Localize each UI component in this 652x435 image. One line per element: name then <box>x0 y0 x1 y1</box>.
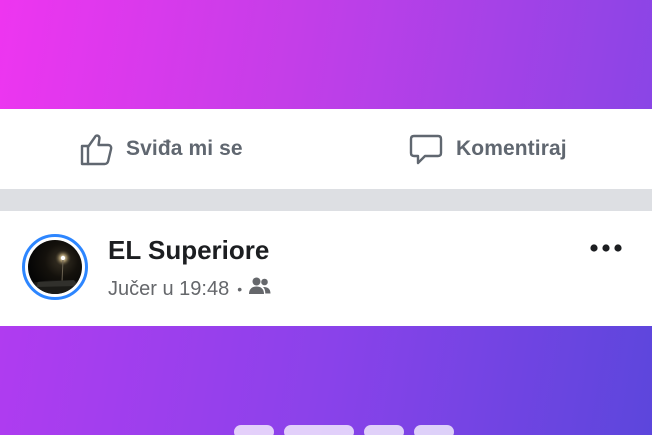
like-button[interactable]: Sviđa mi se <box>78 109 243 189</box>
post-action-bar: Sviđa mi se Komentiraj <box>0 109 652 189</box>
post-timestamp[interactable]: Jučer u 19:48 <box>108 278 229 301</box>
meta-separator: • <box>237 281 243 297</box>
screen: Sviđa mi se Komentiraj EL Superiore Juče… <box>0 0 652 435</box>
post-author-name[interactable]: EL Superiore <box>108 235 269 266</box>
more-options-button[interactable] <box>590 241 622 259</box>
comment-button[interactable]: Komentiraj <box>408 109 567 189</box>
comment-bubble-icon <box>408 131 444 167</box>
more-horizontal-icon <box>590 241 622 258</box>
avatar-image <box>28 240 82 294</box>
feed-separator <box>0 189 652 211</box>
friends-icon[interactable] <box>248 276 272 302</box>
post-header: EL Superiore Jučer u 19:48 • <box>0 211 652 326</box>
post-background-top <box>0 0 652 109</box>
avatar[interactable] <box>22 234 88 300</box>
thumbs-up-icon <box>78 131 114 167</box>
comment-label: Komentiraj <box>456 137 567 160</box>
like-label: Sviđa mi se <box>126 137 243 160</box>
partially-visible-text <box>234 425 484 435</box>
post-meta: Jučer u 19:48 • <box>108 276 272 302</box>
post-background-bottom <box>0 326 652 435</box>
